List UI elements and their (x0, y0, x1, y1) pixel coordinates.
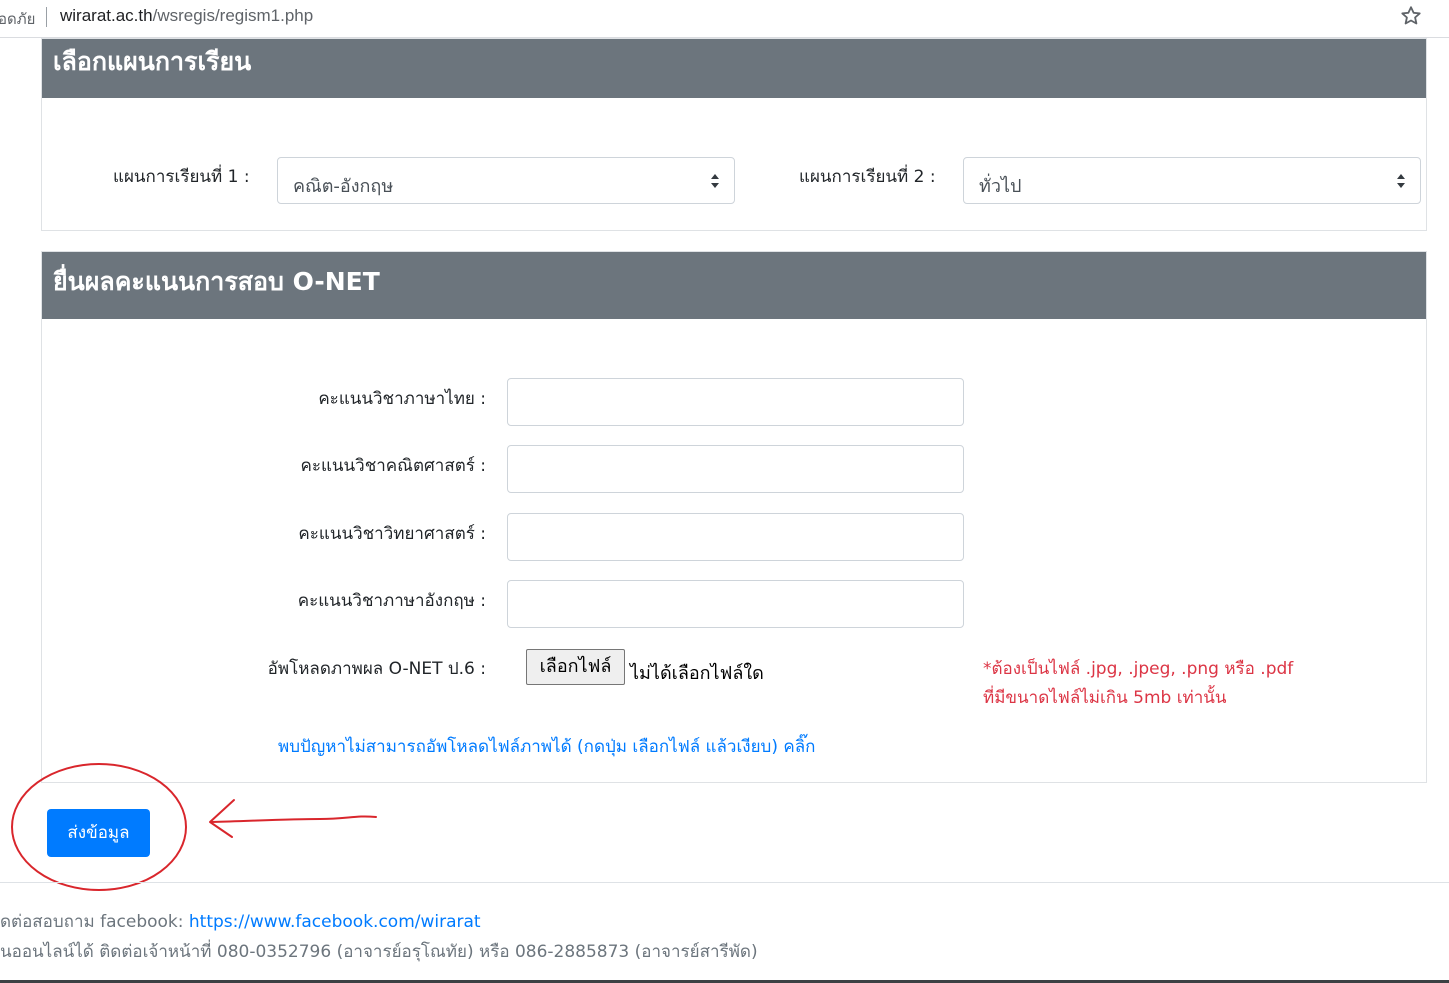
english-score-input[interactable] (507, 580, 964, 628)
plan2-label: แผนการเรียนที่ 2 : (799, 167, 936, 187)
star-icon[interactable] (1399, 4, 1423, 28)
study-plan-title: เลือกแผนการเรียน (42, 39, 1426, 98)
file-requirement-note: *ต้องเป็นไฟล์ .jpg, .jpeg, .png หรือ .pd… (983, 659, 1294, 679)
thai-score-input[interactable] (507, 378, 964, 426)
url-host: wirarat.ac.th (60, 6, 153, 25)
security-indicator[interactable]: อดภัย (0, 7, 35, 31)
upload-label: อัพโหลดภาพผล O-NET ป.6 : (267, 659, 486, 679)
choose-file-button[interactable]: เลือกไฟล์ (526, 649, 625, 685)
thai-score-label: คะแนนวิชาภาษาไทย : (318, 389, 486, 409)
math-score-label: คะแนนวิชาคณิตศาสตร์ : (300, 456, 486, 476)
onet-score-title: ยื่นผลคะแนนการสอบ O-NET (42, 252, 1426, 319)
annotation-circle-arrow (11, 763, 377, 891)
science-score-label: คะแนนวิชาวิทยาศาสตร์ : (298, 524, 486, 544)
footer-facebook-prefix: ดต่อสอบถาม facebook: (0, 912, 189, 932)
math-score-input[interactable] (507, 445, 964, 493)
onet-score-card: ยื่นผลคะแนนการสอบ O-NET คะแนนวิชาภาษาไทย… (41, 251, 1427, 783)
science-score-input[interactable] (507, 513, 964, 561)
address-separator (46, 7, 47, 27)
facebook-link[interactable]: https://www.facebook.com/wirarat (189, 912, 481, 932)
study-plan-card: เลือกแผนการเรียน แผนการเรียนที่ 1 : คณิต… (41, 38, 1427, 231)
browser-address-bar: อดภัย wirarat.ac.th/wsregis/regism1.php (0, 0, 1449, 38)
select-arrows-icon (1397, 174, 1405, 188)
plan1-select[interactable]: คณิต-อังกฤษ (277, 157, 735, 204)
plan2-select[interactable]: ทั่วไป (963, 157, 1421, 204)
plan2-selected-value: ทั่วไป (979, 176, 1022, 197)
plan1-label: แผนการเรียนที่ 1 : (113, 167, 250, 187)
plan1-selected-value: คณิต-อังกฤษ (293, 176, 394, 197)
file-size-note: ที่มีขนาดไฟล์ไม่เกิน 5mb เท่านั้น (983, 688, 1227, 708)
url-path: /wsregis/regism1.php (152, 6, 314, 25)
footer-divider (0, 882, 1449, 883)
english-score-label: คะแนนวิชาภาษาอังกฤษ : (297, 591, 486, 611)
file-status-text: ไม่ได้เลือกไฟล์ใด (630, 663, 764, 684)
footer-contact-phone: นออนไลน์ได้ ติดต่อเจ้าหน้าที่ 080-035279… (0, 942, 758, 962)
footer-contact-facebook: ดต่อสอบถาม facebook: https://www.faceboo… (0, 908, 481, 935)
select-arrows-icon (711, 174, 719, 188)
url-field[interactable]: wirarat.ac.th/wsregis/regism1.php (60, 6, 313, 26)
